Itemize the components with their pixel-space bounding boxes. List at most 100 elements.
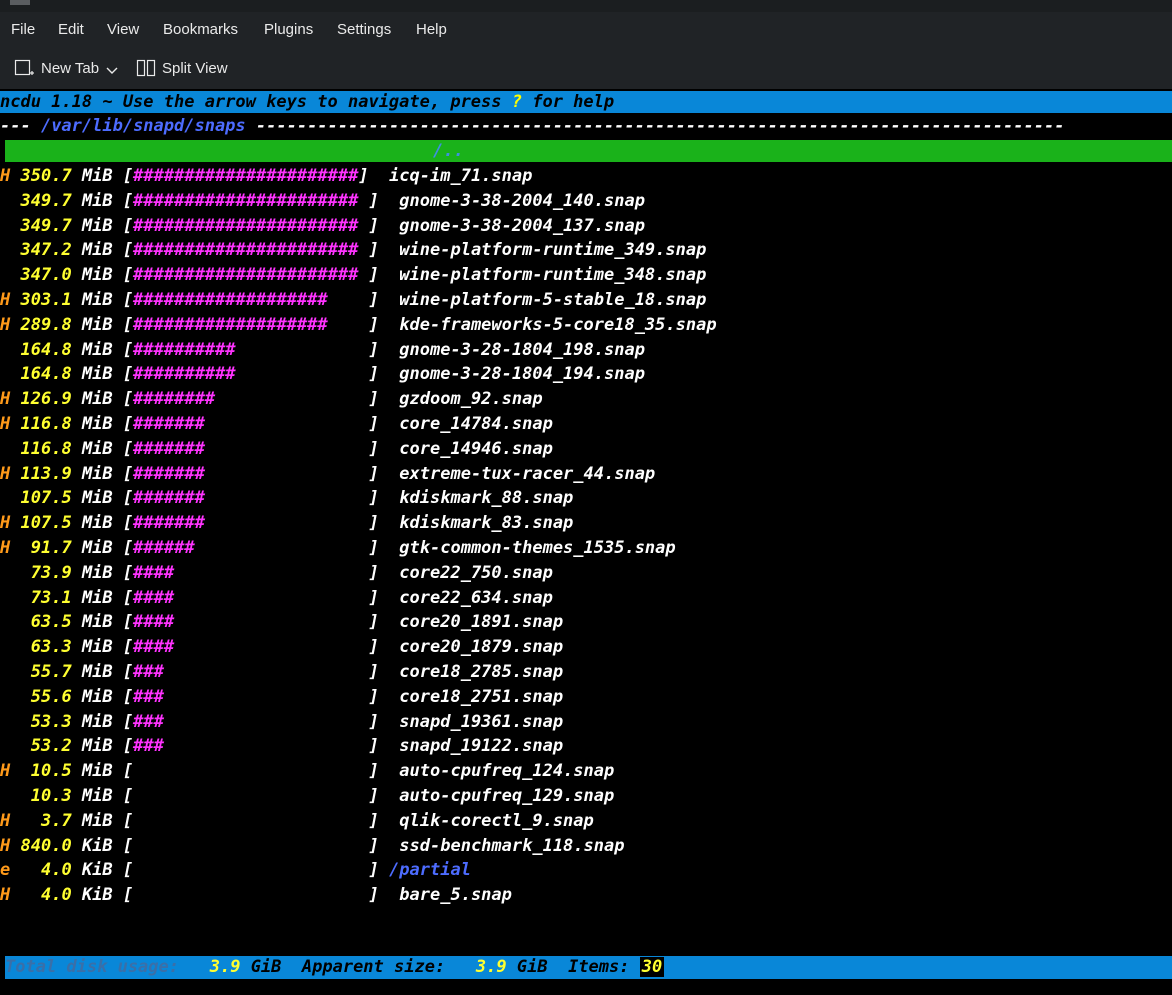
table-row[interactable]: 55.7 MiB [### ] core18_2785.snap bbox=[0, 661, 563, 683]
row-size: 63.5 bbox=[20, 612, 72, 633]
menu-file[interactable]: File bbox=[11, 21, 35, 38]
table-row[interactable]: 349.7 MiB [###################### ] gnom… bbox=[0, 190, 645, 212]
ncdu-header: ncdu 1.18 ~ Use the arrow keys to naviga… bbox=[0, 91, 1172, 113]
row-unit: MiB bbox=[81, 166, 113, 186]
split-view-button[interactable]: Split View bbox=[136, 58, 228, 78]
path-suffix: ----------------------------------------… bbox=[245, 116, 1065, 136]
row-unit: MiB bbox=[81, 562, 113, 583]
new-tab-button[interactable]: New Tab bbox=[14, 58, 126, 78]
selected-row[interactable]: /.. bbox=[5, 140, 1172, 162]
row-name: snapd_19361.snap bbox=[399, 711, 564, 732]
table-row[interactable]: H 350.7 MiB [######################] icq… bbox=[0, 165, 532, 187]
table-row[interactable]: 116.8 MiB [####### ] core_14946.snap bbox=[0, 438, 553, 460]
table-row[interactable]: 164.8 MiB [########## ] gnome-3-28-1804_… bbox=[0, 363, 645, 385]
table-row[interactable]: e 4.0 KiB [ ] /partial bbox=[0, 859, 471, 881]
table-row[interactable]: H 10.5 MiB [ ] auto-cpufreq_124.snap bbox=[0, 760, 614, 782]
app-icon bbox=[10, 0, 30, 5]
table-row[interactable]: H 107.5 MiB [####### ] kdiskmark_83.snap bbox=[0, 512, 573, 534]
row-unit: KiB bbox=[81, 885, 113, 906]
parent-dir-entry[interactable]: /.. bbox=[5, 141, 464, 161]
menu-plugins[interactable]: Plugins bbox=[264, 21, 313, 38]
terminal-view[interactable]: ncdu 1.18 ~ Use the arrow keys to naviga… bbox=[0, 89, 1172, 995]
row-usage-bar: #### bbox=[133, 637, 369, 658]
table-row[interactable]: H 113.9 MiB [####### ] extreme-tux-racer… bbox=[0, 463, 655, 485]
row-flag: H bbox=[0, 810, 11, 831]
menu-view[interactable]: View bbox=[107, 21, 139, 38]
row-unit: MiB bbox=[81, 662, 113, 682]
row-unit: MiB bbox=[81, 364, 113, 385]
row-usage-bar: ###################### bbox=[133, 215, 369, 236]
row-flag bbox=[0, 687, 10, 707]
menu-bookmarks[interactable]: Bookmarks bbox=[163, 21, 238, 38]
items-value: 30 bbox=[639, 957, 665, 977]
row-usage-bar: ########## bbox=[133, 339, 369, 360]
row-flag bbox=[0, 439, 10, 459]
table-row[interactable]: 53.3 MiB [### ] snapd_19361.snap bbox=[0, 711, 563, 733]
table-row[interactable]: 10.3 MiB [ ] auto-cpufreq_129.snap bbox=[0, 785, 615, 807]
row-flag bbox=[0, 240, 10, 260]
table-row[interactable]: H 4.0 KiB [ ] bare_5.snap bbox=[0, 884, 512, 906]
table-row[interactable]: 73.9 MiB [#### ] core22_750.snap bbox=[0, 562, 553, 584]
row-name: core22_750.snap bbox=[399, 562, 553, 583]
row-name: kdiskmark_88.snap bbox=[399, 488, 574, 509]
menu-settings[interactable]: Settings bbox=[337, 21, 391, 38]
row-name: gnome-3-38-2004_140.snap bbox=[399, 190, 645, 211]
row-unit: MiB bbox=[81, 587, 113, 608]
row-usage-bar bbox=[133, 836, 368, 856]
row-unit: KiB bbox=[81, 860, 113, 881]
menu-help[interactable]: Help bbox=[416, 21, 447, 38]
row-size: 164.8 bbox=[20, 364, 72, 385]
header-text-end: for help bbox=[522, 92, 615, 112]
table-row[interactable]: 107.5 MiB [####### ] kdiskmark_88.snap bbox=[0, 487, 574, 509]
chevron-down-icon[interactable] bbox=[104, 64, 120, 78]
path-prefix: --- bbox=[0, 116, 41, 136]
table-row[interactable]: H 303.1 MiB [################### ] wine-… bbox=[0, 289, 706, 311]
row-name: kdiskmark_83.snap bbox=[399, 513, 574, 534]
table-row[interactable]: 349.7 MiB [###################### ] gnom… bbox=[0, 215, 645, 237]
row-unit: MiB bbox=[81, 290, 113, 310]
row-unit: MiB bbox=[81, 314, 113, 335]
table-row[interactable]: 63.5 MiB [#### ] core20_1891.snap bbox=[0, 611, 563, 633]
path-line: --- /var/lib/snapd/snaps ---------------… bbox=[0, 115, 1172, 137]
row-usage-bar bbox=[133, 761, 368, 781]
row-usage-bar: ################### bbox=[133, 290, 369, 310]
row-size: 55.6 bbox=[20, 686, 72, 707]
row-unit: MiB bbox=[81, 488, 113, 509]
table-row[interactable]: H 3.7 MiB [ ] qlik-corectl_9.snap bbox=[0, 810, 594, 832]
row-usage-bar bbox=[133, 786, 368, 806]
row-flag: H bbox=[0, 835, 11, 856]
row-unit: MiB bbox=[81, 761, 113, 782]
table-row[interactable]: 347.0 MiB [###################### ] wine… bbox=[0, 264, 707, 286]
row-flag bbox=[0, 662, 10, 682]
row-size: 113.9 bbox=[20, 463, 72, 484]
row-usage-bar: ####### bbox=[133, 488, 369, 509]
table-row[interactable]: H 91.7 MiB [###### ] gtk-common-themes_1… bbox=[0, 537, 676, 559]
table-row[interactable]: 63.3 MiB [#### ] core20_1879.snap bbox=[0, 636, 563, 658]
menubar: File Edit View Bookmarks Plugins Setting… bbox=[0, 12, 1172, 47]
table-row[interactable]: 164.8 MiB [########## ] gnome-3-28-1804_… bbox=[0, 339, 645, 361]
row-size: 4.0 bbox=[20, 885, 72, 906]
menu-edit[interactable]: Edit bbox=[58, 21, 84, 38]
table-row[interactable]: H 840.0 KiB [ ] ssd-benchmark_118.snap bbox=[0, 835, 624, 857]
new-tab-icon bbox=[14, 59, 34, 76]
row-flag bbox=[0, 216, 10, 236]
row-size: 63.3 bbox=[20, 637, 72, 658]
table-row[interactable]: H 289.8 MiB [################### ] kde-f… bbox=[0, 314, 717, 336]
row-name: gnome-3-38-2004_137.snap bbox=[399, 215, 645, 236]
row-size: 126.9 bbox=[20, 389, 72, 410]
row-usage-bar: ###################### bbox=[133, 166, 359, 186]
row-unit: MiB bbox=[81, 786, 113, 806]
total-value: 3.9 bbox=[209, 957, 241, 977]
table-row[interactable]: 53.2 MiB [### ] snapd_19122.snap bbox=[0, 735, 563, 757]
row-size: 10.3 bbox=[20, 786, 72, 806]
row-flag bbox=[0, 488, 10, 508]
table-row[interactable]: 347.2 MiB [###################### ] wine… bbox=[0, 239, 707, 261]
row-flag bbox=[0, 265, 10, 285]
table-row[interactable]: H 126.9 MiB [######## ] gzdoom_92.snap bbox=[0, 388, 543, 410]
row-usage-bar: ################### bbox=[133, 314, 369, 335]
row-size: 116.8 bbox=[20, 414, 72, 434]
table-row[interactable]: 73.1 MiB [#### ] core22_634.snap bbox=[0, 587, 553, 609]
table-row[interactable]: H 116.8 MiB [####### ] core_14784.snap bbox=[0, 413, 553, 435]
table-row[interactable]: 55.6 MiB [### ] core18_2751.snap bbox=[0, 686, 563, 708]
row-unit: MiB bbox=[81, 414, 113, 434]
